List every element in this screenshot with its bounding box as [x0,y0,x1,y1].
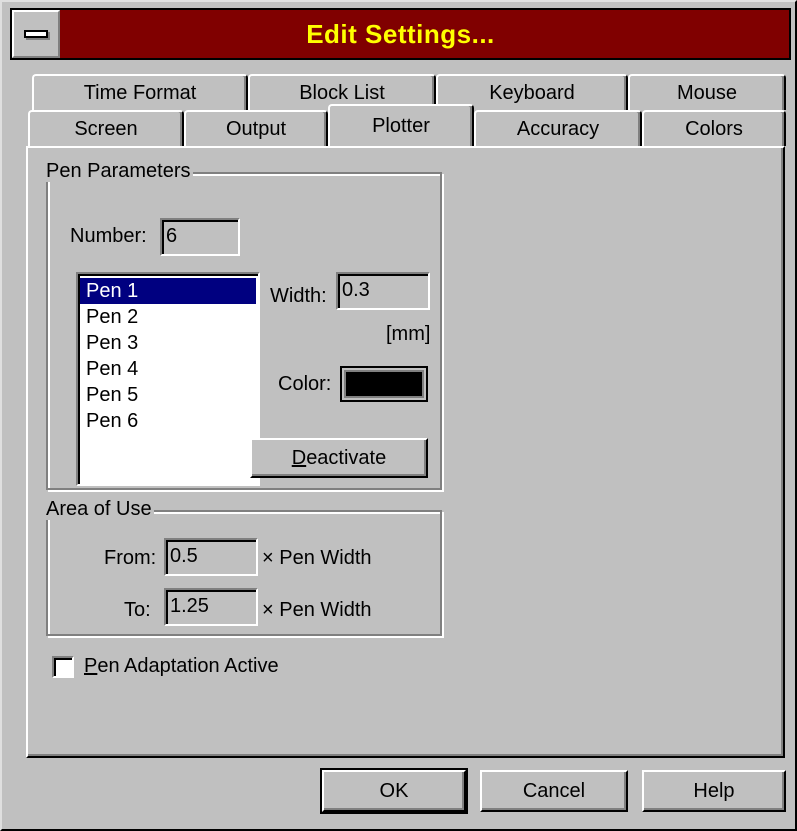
tab-time-format[interactable]: Time Format [32,74,248,110]
tab-label: Keyboard [489,81,575,104]
tab-label: Time Format [83,81,197,104]
tab-label: Mouse [676,81,738,104]
tab-label: Plotter [372,114,430,137]
tab-label: Accuracy [516,117,600,140]
pen-adaptation-text: en Adaptation Active [97,655,279,677]
list-item[interactable]: Pen 4 [80,356,256,382]
area-of-use-label: Area of Use [44,498,154,520]
pen-adaptation-label[interactable]: Pen Adaptation Active [84,654,279,678]
tab-plotter[interactable]: Plotter [328,104,474,146]
tab-label: Block List [299,81,385,104]
tab-accuracy[interactable]: Accuracy [474,110,642,146]
pen-parameters-group: Pen Parameters Number: 6 Pen 1 Pen 2 Pen… [44,160,442,490]
pen-color-swatch[interactable] [344,370,424,398]
width-label: Width: [270,285,327,307]
tab-colors[interactable]: Colors [642,110,786,146]
number-label: Number: [70,225,147,247]
pen-listbox[interactable]: Pen 1 Pen 2 Pen 3 Pen 4 Pen 5 Pen 6 [76,272,260,486]
pen-parameters-label: Pen Parameters [44,160,193,182]
from-field[interactable]: 0.5 [164,538,258,576]
to-suffix: × Pen Width [262,599,372,621]
deactivate-label: eactivate [306,446,387,469]
tab-mouse[interactable]: Mouse [628,74,786,110]
edit-settings-dialog: Edit Settings... Time Format Block List … [0,0,797,831]
tab-label: Screen [74,117,138,140]
number-field[interactable]: 6 [160,218,240,256]
list-item[interactable]: Pen 5 [80,382,256,408]
to-field[interactable]: 1.25 [164,588,258,626]
deactivate-mnemonic: D [291,446,307,469]
plotter-tab-panel: Pen Parameters Number: 6 Pen 1 Pen 2 Pen… [26,146,785,758]
window-title: Edit Settings... [306,18,495,49]
from-suffix: × Pen Width [262,547,372,569]
title-bar: Edit Settings... [10,8,791,60]
list-item[interactable]: Pen 6 [80,408,256,434]
area-of-use-group: Area of Use From: 0.5 × Pen Width To: 1.… [44,498,442,636]
help-button[interactable]: Help [642,770,786,812]
width-field[interactable]: 0.3 [336,272,430,310]
pen-adaptation-mnemonic: P [84,655,98,677]
list-item[interactable]: Pen 2 [80,304,256,330]
system-menu-button[interactable] [12,10,60,58]
tab-screen[interactable]: Screen [28,110,184,146]
cancel-button[interactable]: Cancel [480,770,628,812]
ok-button[interactable]: OK [320,768,468,814]
color-label: Color: [278,373,332,395]
tab-label: Output [225,117,287,140]
tab-label: Colors [685,117,743,140]
width-unit-label: [mm] [386,323,431,345]
list-item[interactable]: Pen 1 [80,278,256,304]
from-label: From: [104,547,157,569]
pen-adaptation-checkbox[interactable] [52,656,74,678]
to-label: To: [124,599,151,621]
deactivate-button[interactable]: Deactivate [250,438,428,478]
tab-output[interactable]: Output [184,110,328,146]
list-item[interactable]: Pen 3 [80,330,256,356]
system-menu-icon [24,30,48,38]
